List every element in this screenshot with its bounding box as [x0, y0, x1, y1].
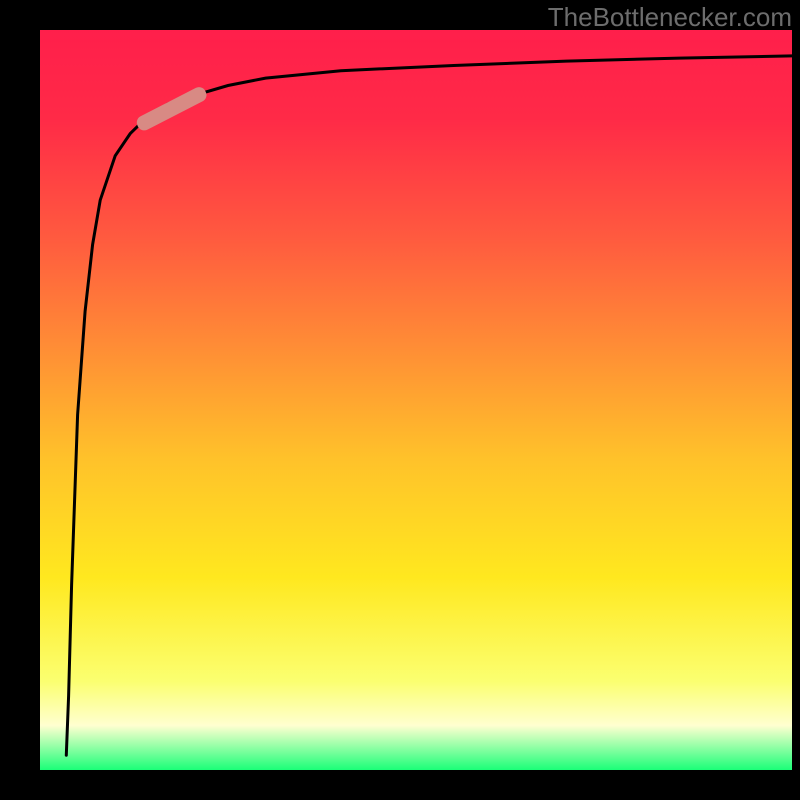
chart-background [40, 30, 792, 770]
bottleneck-chart [0, 0, 800, 800]
chart-container: TheBottlenecker.com [0, 0, 800, 800]
watermark-text: TheBottlenecker.com [548, 2, 792, 33]
